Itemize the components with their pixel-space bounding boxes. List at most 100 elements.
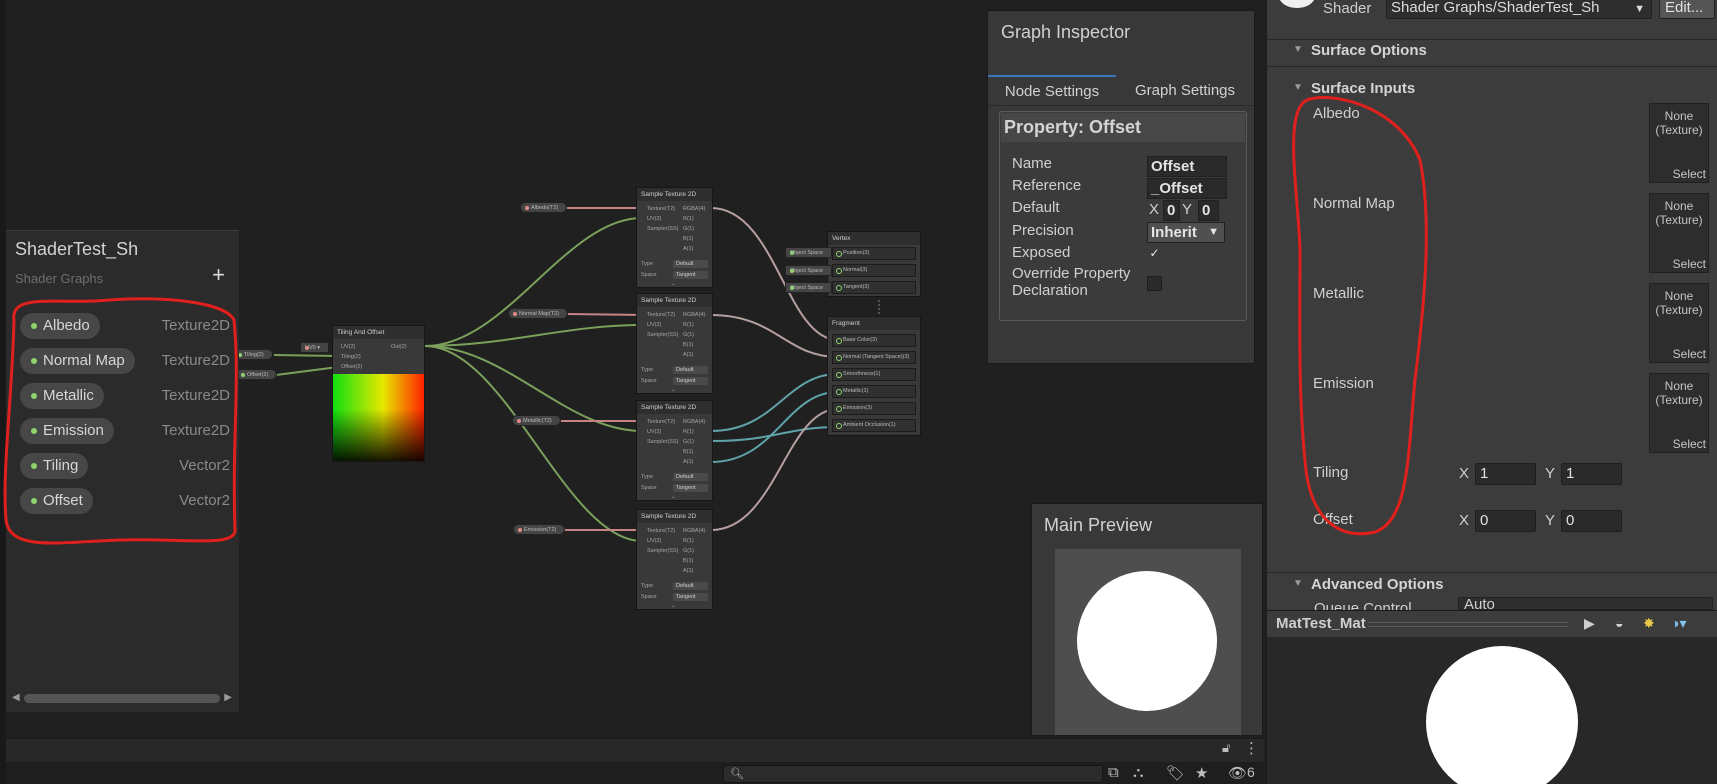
play-icon[interactable]: ▶ — [1584, 615, 1595, 632]
input-port[interactable]: Sampler(SS) — [647, 548, 678, 554]
space-chip[interactable]: Object Space — [785, 247, 833, 258]
more-options-icon[interactable]: ⋮ — [1244, 739, 1259, 757]
port-uv[interactable]: UV(2) — [341, 344, 355, 350]
sample-texture-node[interactable]: Sample Texture 2D Texture(T2) UV(2) Sampler… — [636, 400, 713, 501]
input-port[interactable]: UV(2) — [647, 322, 661, 328]
output-port[interactable]: B(1) — [683, 236, 693, 242]
output-port[interactable]: B(1) — [683, 449, 693, 455]
output-port[interactable]: RGBA(4) — [683, 206, 705, 212]
blackboard-panel[interactable]: ShaderTest_Sh Shader Graphs + Albedo Text… — [6, 230, 239, 712]
sphere-mesh-icon[interactable]: ◒ — [1615, 615, 1623, 631]
property-pill[interactable]: Metallic — [20, 383, 104, 409]
texture-select-button[interactable]: Select — [1673, 167, 1706, 181]
output-port[interactable]: A(1) — [683, 352, 693, 358]
space-chip[interactable]: Object Space — [785, 265, 833, 276]
output-port[interactable]: RGBA(4) — [683, 312, 705, 318]
type-dropdown[interactable]: Default — [673, 473, 708, 481]
texture-select-button[interactable]: Select — [1673, 437, 1706, 451]
type-dropdown[interactable]: Default — [673, 366, 708, 374]
texture-slot[interactable]: None (Texture) Select — [1649, 283, 1709, 363]
light-icon[interactable]: ✸ — [1643, 615, 1655, 632]
fragment-slot[interactable]: Metallic(1) — [832, 385, 916, 398]
port-offset[interactable]: Offset(2) — [341, 364, 362, 370]
input-port[interactable]: UV(2) — [647, 429, 661, 435]
material-preview-panel[interactable]: MatTest_Mat ▶ ◒ ✸ ◑▾ — [1266, 610, 1717, 784]
space-dropdown[interactable]: Tangent — [673, 271, 708, 279]
graph-inspector[interactable]: Graph Inspector Node Settings Graph Sett… — [987, 10, 1255, 364]
input-port[interactable]: Texture(T2) — [647, 528, 675, 534]
output-port[interactable]: B(1) — [683, 342, 693, 348]
fragment-slot[interactable]: Base Color(3) — [832, 334, 916, 347]
surface-options-foldout[interactable]: Surface Options — [1293, 42, 1427, 59]
default-y-field[interactable]: 0 — [1198, 200, 1219, 221]
offset-y-field[interactable]: 0 — [1561, 510, 1622, 532]
space-dropdown[interactable]: Tangent — [673, 593, 708, 601]
default-x-field[interactable]: 0 — [1163, 200, 1180, 221]
add-property-button[interactable]: + — [212, 264, 225, 286]
texture-property-chip[interactable]: Emission(T2) — [513, 524, 566, 535]
port-tiling[interactable]: Tiling(2) — [341, 354, 361, 360]
fragment-slot[interactable]: Normal (Tangent Space)(3) — [832, 351, 916, 364]
input-port[interactable]: Sampler(SS) — [647, 332, 678, 338]
lock-icon[interactable]: 🔓︎ — [1222, 740, 1230, 756]
chevron-down-icon[interactable]: ⌄ — [671, 603, 676, 609]
vertex-slot[interactable]: Position(3) — [832, 247, 916, 260]
precision-dropdown[interactable]: Inherit ▼ — [1147, 222, 1225, 243]
property-pill[interactable]: Offset — [20, 488, 93, 514]
input-port[interactable]: UV(2) — [647, 538, 661, 544]
fragment-slot[interactable]: Emission(3) — [832, 402, 916, 415]
input-port[interactable]: Texture(T2) — [647, 312, 675, 318]
texture-slot[interactable]: None (Texture) Select — [1649, 193, 1709, 273]
blackboard-property-row[interactable]: Emission Texture2D — [20, 418, 230, 444]
fragment-slot[interactable]: Smoothness(1) — [832, 368, 916, 381]
advanced-options-foldout[interactable]: Advanced Options — [1293, 576, 1443, 593]
texture-select-button[interactable]: Select — [1673, 257, 1706, 271]
fragment-slot[interactable]: Ambient Occlusion(1) — [832, 419, 916, 432]
output-port[interactable]: R(1) — [683, 538, 694, 544]
input-port[interactable]: Sampler(SS) — [647, 439, 678, 445]
space-dropdown[interactable]: Tangent — [673, 484, 708, 492]
name-field[interactable]: Offset — [1147, 156, 1227, 177]
property-pill[interactable]: Emission — [20, 418, 114, 444]
queue-control-dropdown[interactable]: Auto — [1458, 597, 1713, 610]
vertex-slot[interactable]: Tangent(3) — [832, 281, 916, 294]
vertex-slot[interactable]: Normal(3) — [832, 264, 916, 277]
hierarchy-filter-icon[interactable]: ⛬ — [1133, 764, 1144, 781]
port-out[interactable]: Out(2) — [391, 344, 407, 350]
tiling-y-field[interactable]: 1 — [1561, 463, 1622, 485]
texture-property-chip[interactable]: Normal Map(T2) — [508, 308, 569, 319]
scroll-left-icon[interactable]: ◀ — [12, 692, 20, 703]
vertex-stack[interactable]: Vertex Position(3) Normal(3) Tangent(3) — [827, 231, 921, 297]
preview-viewport[interactable] — [1055, 549, 1241, 735]
output-port[interactable]: B(1) — [683, 558, 693, 564]
space-dropdown[interactable]: Tangent — [673, 377, 708, 385]
blackboard-scrollbar[interactable]: ◀ ▶ — [12, 692, 232, 704]
output-port[interactable]: G(1) — [683, 548, 694, 554]
blackboard-property-row[interactable]: Albedo Texture2D — [20, 313, 230, 339]
texture-property-chip[interactable]: Albedo(T2) — [520, 202, 568, 213]
output-port[interactable]: RGBA(4) — [683, 528, 705, 534]
sample-texture-node[interactable]: Sample Texture 2D Texture(T2) UV(2) Sampler… — [636, 293, 713, 394]
output-port[interactable]: A(1) — [683, 459, 693, 465]
property-pill[interactable]: Tiling — [20, 453, 89, 479]
hidden-eye-icon[interactable]: 👁︎ — [1228, 764, 1247, 782]
chevron-down-icon[interactable]: ⌄ — [671, 387, 676, 393]
tab-graph-settings[interactable]: Graph Settings — [1116, 75, 1254, 106]
blackboard-property-row[interactable]: Tiling Vector2 — [20, 453, 230, 479]
reference-field[interactable]: _Offset — [1147, 178, 1227, 199]
space-chip[interactable]: Object Space — [785, 282, 833, 293]
texture-select-button[interactable]: Select — [1673, 347, 1706, 361]
property-pill[interactable]: Albedo — [20, 313, 100, 339]
output-port[interactable]: RGBA(4) — [683, 419, 705, 425]
edit-shader-button[interactable]: Edit... — [1659, 0, 1715, 19]
input-port[interactable]: Sampler(SS) — [647, 226, 678, 232]
tag-icon[interactable]: 🏷︎ — [1166, 764, 1185, 782]
type-dropdown[interactable]: Default — [673, 260, 708, 268]
property-pill[interactable]: Normal Map — [20, 348, 135, 374]
background-sphere-icon[interactable]: ◑▾ — [1671, 615, 1686, 632]
texture-property-chip[interactable]: Metallic(T2) — [512, 415, 561, 426]
output-port[interactable]: G(1) — [683, 439, 694, 445]
sample-texture-node[interactable]: Sample Texture 2D Texture(T2) UV(2) Sampler… — [636, 509, 713, 610]
input-port[interactable]: Texture(T2) — [647, 419, 675, 425]
type-dropdown[interactable]: Default — [673, 582, 708, 590]
